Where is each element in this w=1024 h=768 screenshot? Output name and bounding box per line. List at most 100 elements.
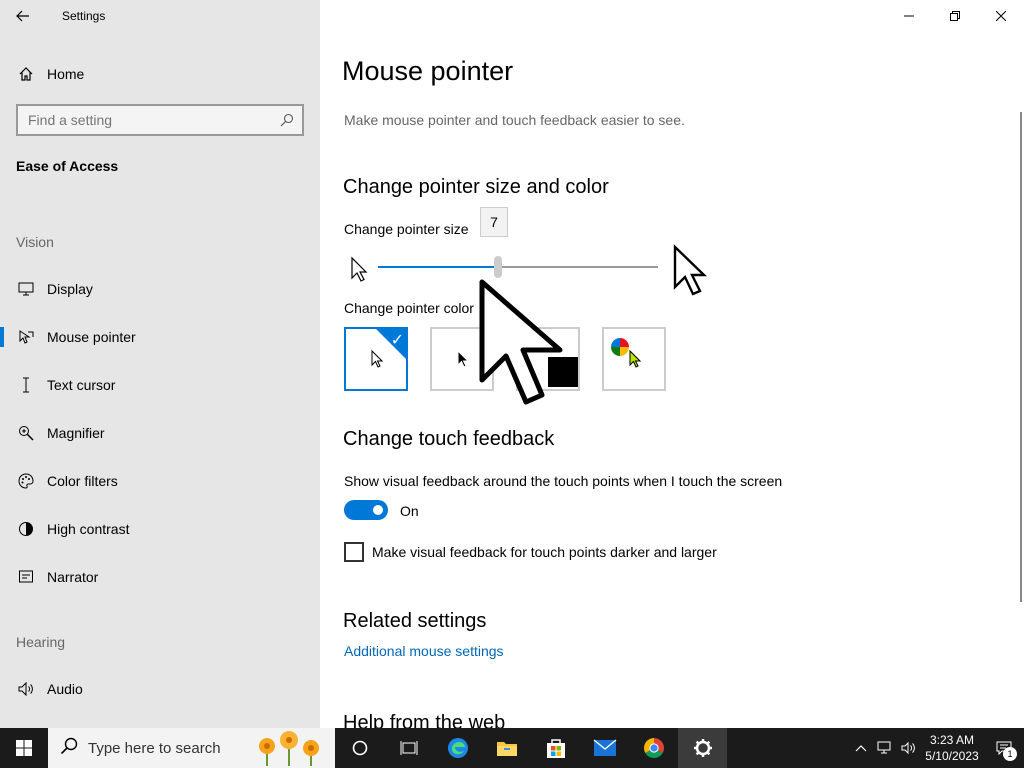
- minimize-button[interactable]: [886, 0, 932, 32]
- restore-button[interactable]: [932, 0, 978, 32]
- taskbar-search-box[interactable]: Type here to search: [48, 728, 335, 768]
- sidebar-item-magnifier[interactable]: Magnifier: [0, 413, 320, 453]
- action-center-button[interactable]: 1: [984, 728, 1024, 768]
- sidebar-item-label: Audio: [47, 681, 83, 697]
- sidebar-item-label: High contrast: [47, 521, 130, 537]
- pointer-size-slider-thumb[interactable]: [494, 256, 502, 278]
- audio-icon: [0, 681, 47, 697]
- heading-touch-feedback: Change touch feedback: [343, 428, 555, 450]
- back-arrow-icon: [16, 10, 29, 22]
- large-pointer-icon: [672, 244, 708, 301]
- color-wheel-icon: [610, 337, 630, 362]
- main-content: Mouse pointer Make mouse pointer and tou…: [320, 0, 1024, 734]
- nav-home[interactable]: Home: [0, 56, 320, 92]
- green-pointer-icon: [628, 349, 642, 374]
- taskbar-search-icon: [60, 737, 78, 760]
- magnifier-icon: [0, 425, 47, 441]
- task-view-button[interactable]: [384, 728, 433, 768]
- sidebar-item-audio[interactable]: Audio: [0, 669, 320, 709]
- back-button[interactable]: [0, 0, 46, 32]
- heading-related-settings: Related settings: [343, 610, 487, 632]
- settings-gear-icon: [693, 739, 712, 757]
- close-button[interactable]: [978, 0, 1024, 32]
- checkmark-icon: ✓: [390, 332, 404, 349]
- small-pointer-icon: [350, 256, 368, 287]
- chrome-button[interactable]: [629, 728, 678, 768]
- sidebar-item-label: Magnifier: [47, 425, 105, 441]
- volume-icon: [901, 741, 915, 755]
- heading-size-color: Change pointer size and color: [343, 176, 609, 198]
- pointer-color-label: Change pointer color: [344, 300, 474, 316]
- sidebar-item-label: Mouse pointer: [47, 329, 136, 345]
- clock[interactable]: 3:23 AM 5/10/2023: [920, 732, 984, 764]
- sidebar-item-mouse-pointer[interactable]: Mouse pointer: [0, 317, 320, 357]
- touch-feedback-toggle[interactable]: [344, 500, 388, 520]
- settings-button[interactable]: [678, 728, 727, 768]
- notification-count-badge: 1: [1003, 747, 1017, 761]
- taskbar-search-placeholder: Type here to search: [88, 739, 221, 757]
- darker-feedback-checkbox[interactable]: [344, 542, 364, 562]
- sidebar-item-narrator[interactable]: Narrator: [0, 557, 320, 597]
- sidebar-item-high-contrast[interactable]: High contrast: [0, 509, 320, 549]
- monitor-icon: [0, 282, 47, 296]
- edge-icon: [447, 738, 468, 758]
- color-filters-icon: [0, 473, 47, 489]
- settings-search-input[interactable]: [28, 112, 268, 128]
- cortana-button[interactable]: [335, 728, 384, 768]
- black-pointer-icon: [456, 349, 470, 374]
- system-tray: 3:23 AM 5/10/2023 1: [850, 728, 1024, 768]
- network-icon: [877, 741, 891, 754]
- sidebar-item-display[interactable]: Display: [0, 269, 320, 309]
- clock-date: 5/10/2023: [925, 749, 979, 763]
- darker-feedback-label: Make visual feedback for touch points da…: [372, 544, 717, 560]
- group-label-vision: Vision: [16, 234, 54, 250]
- giant-cursor-icon: [476, 276, 572, 415]
- close-icon: [996, 11, 1006, 21]
- section-title: Ease of Access: [16, 158, 119, 174]
- taskbar: Type here to search 3:23 AM 5/10/2023 1: [0, 728, 1024, 768]
- edge-button[interactable]: [433, 728, 482, 768]
- volume-button[interactable]: [898, 741, 920, 755]
- minimize-icon: [904, 15, 914, 17]
- clock-time: 3:23 AM: [929, 733, 975, 747]
- app-title: Settings: [62, 9, 106, 23]
- search-highlight-flowers-icon: [253, 730, 331, 768]
- color-option-custom[interactable]: [602, 327, 666, 391]
- chevron-up-icon: [855, 745, 867, 752]
- store-icon: [546, 739, 565, 758]
- mail-button[interactable]: [580, 728, 629, 768]
- cortana-icon: [352, 740, 367, 756]
- sidebar-item-label: Color filters: [47, 473, 118, 489]
- restore-icon: [950, 11, 960, 21]
- store-button[interactable]: [531, 728, 580, 768]
- mouse-pointer-icon: [0, 329, 47, 345]
- home-icon: [0, 66, 47, 82]
- toggle-state-label: On: [400, 503, 419, 519]
- group-label-hearing: Hearing: [16, 634, 66, 650]
- sidebar-item-color-filters[interactable]: Color filters: [0, 461, 320, 501]
- page-title: Mouse pointer: [342, 56, 514, 86]
- color-option-white[interactable]: ✓: [344, 327, 408, 391]
- show-hidden-icons-button[interactable]: [850, 744, 872, 752]
- narrator-icon: [0, 569, 47, 585]
- file-explorer-button[interactable]: [482, 728, 531, 768]
- pointer-size-label: Change pointer size: [344, 221, 469, 237]
- settings-search[interactable]: [16, 104, 304, 136]
- additional-mouse-settings-link[interactable]: Additional mouse settings: [344, 643, 504, 659]
- text-cursor-icon: [0, 377, 47, 393]
- pointer-size-slider-fill: [378, 266, 498, 268]
- network-button[interactable]: [872, 741, 898, 755]
- sidebar-item-label: Text cursor: [47, 377, 116, 393]
- page-description: Make mouse pointer and touch feedback ea…: [344, 112, 685, 128]
- scrollbar[interactable]: [1020, 112, 1022, 602]
- sidebar-item-label: Narrator: [47, 569, 99, 585]
- start-button[interactable]: [0, 728, 48, 768]
- white-pointer-icon: [370, 349, 384, 374]
- nav-home-label: Home: [47, 66, 85, 82]
- sidebar-item-text-cursor[interactable]: Text cursor: [0, 365, 320, 405]
- windows-logo-icon: [16, 740, 32, 756]
- titlebar-left: Settings: [0, 0, 320, 32]
- sidebar-item-label: Display: [47, 281, 93, 297]
- sidebar: Settings Home Ease of Access Vision Disp…: [0, 0, 320, 728]
- mail-icon: [593, 739, 616, 756]
